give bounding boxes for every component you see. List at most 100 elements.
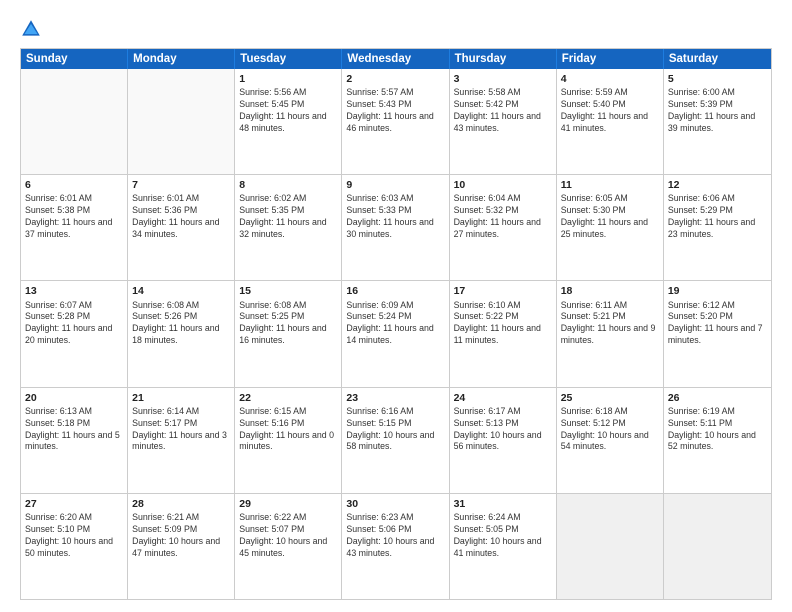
calendar-cell: 29Sunrise: 6:22 AM Sunset: 5:07 PM Dayli…	[235, 494, 342, 599]
day-number: 26	[668, 391, 767, 405]
day-number: 11	[561, 178, 659, 192]
cell-daylight-info: Sunrise: 6:05 AM Sunset: 5:30 PM Dayligh…	[561, 193, 659, 241]
day-number: 16	[346, 284, 444, 298]
day-number: 10	[454, 178, 552, 192]
day-number: 8	[239, 178, 337, 192]
cell-daylight-info: Sunrise: 6:20 AM Sunset: 5:10 PM Dayligh…	[25, 512, 123, 560]
calendar-cell: 4Sunrise: 5:59 AM Sunset: 5:40 PM Daylig…	[557, 69, 664, 174]
day-number: 14	[132, 284, 230, 298]
day-number: 7	[132, 178, 230, 192]
calendar-row-5: 27Sunrise: 6:20 AM Sunset: 5:10 PM Dayli…	[21, 493, 771, 599]
calendar-cell	[557, 494, 664, 599]
day-number: 3	[454, 72, 552, 86]
cell-daylight-info: Sunrise: 6:09 AM Sunset: 5:24 PM Dayligh…	[346, 300, 444, 348]
calendar-cell: 17Sunrise: 6:10 AM Sunset: 5:22 PM Dayli…	[450, 281, 557, 386]
weekday-header-saturday: Saturday	[664, 49, 771, 69]
calendar-cell: 7Sunrise: 6:01 AM Sunset: 5:36 PM Daylig…	[128, 175, 235, 280]
cell-daylight-info: Sunrise: 6:07 AM Sunset: 5:28 PM Dayligh…	[25, 300, 123, 348]
cell-daylight-info: Sunrise: 6:08 AM Sunset: 5:26 PM Dayligh…	[132, 300, 230, 348]
day-number: 13	[25, 284, 123, 298]
cell-daylight-info: Sunrise: 6:03 AM Sunset: 5:33 PM Dayligh…	[346, 193, 444, 241]
cell-daylight-info: Sunrise: 6:01 AM Sunset: 5:38 PM Dayligh…	[25, 193, 123, 241]
day-number: 20	[25, 391, 123, 405]
day-number: 2	[346, 72, 444, 86]
calendar-cell: 26Sunrise: 6:19 AM Sunset: 5:11 PM Dayli…	[664, 388, 771, 493]
cell-daylight-info: Sunrise: 6:11 AM Sunset: 5:21 PM Dayligh…	[561, 300, 659, 348]
calendar-cell: 22Sunrise: 6:15 AM Sunset: 5:16 PM Dayli…	[235, 388, 342, 493]
calendar-body: 1Sunrise: 5:56 AM Sunset: 5:45 PM Daylig…	[21, 69, 771, 599]
day-number: 19	[668, 284, 767, 298]
cell-daylight-info: Sunrise: 6:00 AM Sunset: 5:39 PM Dayligh…	[668, 87, 767, 135]
cell-daylight-info: Sunrise: 5:56 AM Sunset: 5:45 PM Dayligh…	[239, 87, 337, 135]
cell-daylight-info: Sunrise: 6:13 AM Sunset: 5:18 PM Dayligh…	[25, 406, 123, 454]
calendar-cell	[21, 69, 128, 174]
calendar-cell: 8Sunrise: 6:02 AM Sunset: 5:35 PM Daylig…	[235, 175, 342, 280]
calendar-cell: 16 Sunrise: 6:09 AM Sunset: 5:24 PM Dayli…	[342, 281, 449, 386]
day-number: 5	[668, 72, 767, 86]
calendar-page: SundayMondayTuesdayWednesdayThursdayFrid…	[0, 0, 792, 612]
calendar-row-1: 1Sunrise: 5:56 AM Sunset: 5:45 PM Daylig…	[21, 69, 771, 174]
cell-daylight-info: Sunrise: 5:58 AM Sunset: 5:42 PM Dayligh…	[454, 87, 552, 135]
calendar-cell: 25Sunrise: 6:18 AM Sunset: 5:12 PM Dayli…	[557, 388, 664, 493]
calendar-cell: 10Sunrise: 6:04 AM Sunset: 5:32 PM Dayli…	[450, 175, 557, 280]
cell-daylight-info: Sunrise: 6:23 AM Sunset: 5:06 PM Dayligh…	[346, 512, 444, 560]
calendar-cell: 5Sunrise: 6:00 AM Sunset: 5:39 PM Daylig…	[664, 69, 771, 174]
calendar-cell: 28Sunrise: 6:21 AM Sunset: 5:09 PM Dayli…	[128, 494, 235, 599]
day-number: 29	[239, 497, 337, 511]
cell-daylight-info: Sunrise: 6:08 AM Sunset: 5:25 PM Dayligh…	[239, 300, 337, 348]
cell-daylight-info: Sunrise: 6:22 AM Sunset: 5:07 PM Dayligh…	[239, 512, 337, 560]
day-number: 23	[346, 391, 444, 405]
calendar-header: SundayMondayTuesdayWednesdayThursdayFrid…	[21, 49, 771, 69]
calendar-cell: 1Sunrise: 5:56 AM Sunset: 5:45 PM Daylig…	[235, 69, 342, 174]
cell-daylight-info: Sunrise: 6:06 AM Sunset: 5:29 PM Dayligh…	[668, 193, 767, 241]
calendar-cell: 9Sunrise: 6:03 AM Sunset: 5:33 PM Daylig…	[342, 175, 449, 280]
cell-daylight-info: Sunrise: 6:12 AM Sunset: 5:20 PM Dayligh…	[668, 300, 767, 348]
cell-daylight-info: Sunrise: 6:24 AM Sunset: 5:05 PM Dayligh…	[454, 512, 552, 560]
calendar-cell: 2Sunrise: 5:57 AM Sunset: 5:43 PM Daylig…	[342, 69, 449, 174]
day-number: 21	[132, 391, 230, 405]
cell-daylight-info: Sunrise: 6:17 AM Sunset: 5:13 PM Dayligh…	[454, 406, 552, 454]
day-number: 17	[454, 284, 552, 298]
calendar-cell: 11Sunrise: 6:05 AM Sunset: 5:30 PM Dayli…	[557, 175, 664, 280]
day-number: 27	[25, 497, 123, 511]
day-number: 30	[346, 497, 444, 511]
calendar-cell: 14 Sunrise: 6:08 AM Sunset: 5:26 PM Dayli…	[128, 281, 235, 386]
day-number: 6	[25, 178, 123, 192]
cell-daylight-info: Sunrise: 6:01 AM Sunset: 5:36 PM Dayligh…	[132, 193, 230, 241]
day-number: 28	[132, 497, 230, 511]
day-number: 18	[561, 284, 659, 298]
calendar-row-3: 13 Sunrise: 6:07 AM Sunset: 5:28 PM Dayli…	[21, 280, 771, 386]
weekday-header-friday: Friday	[557, 49, 664, 69]
calendar-cell: 20Sunrise: 6:13 AM Sunset: 5:18 PM Dayli…	[21, 388, 128, 493]
day-number: 24	[454, 391, 552, 405]
cell-daylight-info: Sunrise: 6:21 AM Sunset: 5:09 PM Dayligh…	[132, 512, 230, 560]
cell-daylight-info: Sunrise: 6:15 AM Sunset: 5:16 PM Dayligh…	[239, 406, 337, 454]
cell-daylight-info: Sunrise: 6:19 AM Sunset: 5:11 PM Dayligh…	[668, 406, 767, 454]
calendar-cell: 30Sunrise: 6:23 AM Sunset: 5:06 PM Dayli…	[342, 494, 449, 599]
cell-daylight-info: Sunrise: 6:16 AM Sunset: 5:15 PM Dayligh…	[346, 406, 444, 454]
calendar-cell	[128, 69, 235, 174]
calendar-row-4: 20Sunrise: 6:13 AM Sunset: 5:18 PM Dayli…	[21, 387, 771, 493]
weekday-header-monday: Monday	[128, 49, 235, 69]
calendar-cell: 15Sunrise: 6:08 AM Sunset: 5:25 PM Dayli…	[235, 281, 342, 386]
day-number: 31	[454, 497, 552, 511]
calendar-cell: 6Sunrise: 6:01 AM Sunset: 5:38 PM Daylig…	[21, 175, 128, 280]
weekday-header-tuesday: Tuesday	[235, 49, 342, 69]
cell-daylight-info: Sunrise: 6:04 AM Sunset: 5:32 PM Dayligh…	[454, 193, 552, 241]
calendar-cell: 23Sunrise: 6:16 AM Sunset: 5:15 PM Dayli…	[342, 388, 449, 493]
calendar-cell: 18 Sunrise: 6:11 AM Sunset: 5:21 PM Dayli…	[557, 281, 664, 386]
calendar-cell: 13 Sunrise: 6:07 AM Sunset: 5:28 PM Dayli…	[21, 281, 128, 386]
weekday-header-sunday: Sunday	[21, 49, 128, 69]
calendar-cell: 19 Sunrise: 6:12 AM Sunset: 5:20 PM Dayli…	[664, 281, 771, 386]
day-number: 22	[239, 391, 337, 405]
calendar-cell: 3Sunrise: 5:58 AM Sunset: 5:42 PM Daylig…	[450, 69, 557, 174]
calendar-cell: 31Sunrise: 6:24 AM Sunset: 5:05 PM Dayli…	[450, 494, 557, 599]
weekday-header-wednesday: Wednesday	[342, 49, 449, 69]
cell-daylight-info: Sunrise: 5:57 AM Sunset: 5:43 PM Dayligh…	[346, 87, 444, 135]
calendar-row-2: 6Sunrise: 6:01 AM Sunset: 5:38 PM Daylig…	[21, 174, 771, 280]
cell-daylight-info: Sunrise: 6:18 AM Sunset: 5:12 PM Dayligh…	[561, 406, 659, 454]
weekday-header-thursday: Thursday	[450, 49, 557, 69]
logo	[20, 18, 46, 40]
calendar-cell: 21Sunrise: 6:14 AM Sunset: 5:17 PM Dayli…	[128, 388, 235, 493]
calendar-cell	[664, 494, 771, 599]
